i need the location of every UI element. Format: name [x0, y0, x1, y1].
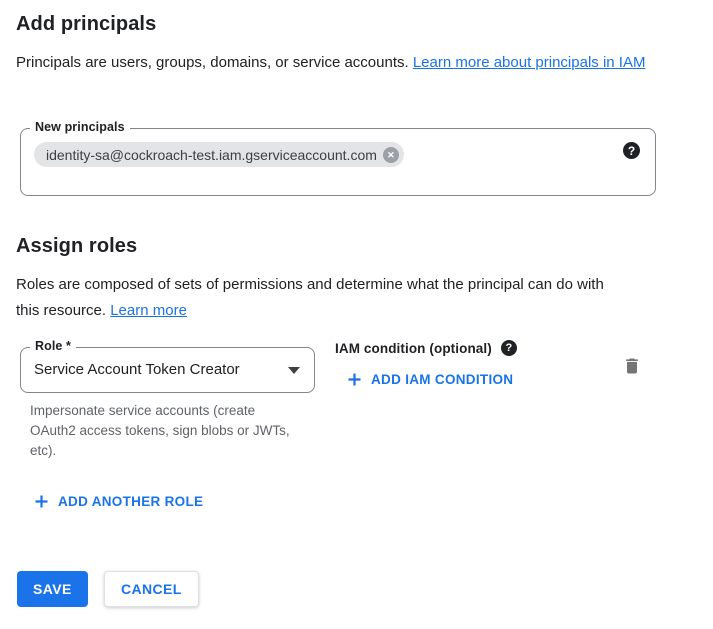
principal-chip-value: identity-sa@cockroach-test.iam.gservicea…: [46, 147, 377, 163]
plus-icon: [347, 372, 362, 387]
role-selected-value: Service Account Token Creator: [34, 348, 240, 392]
delete-role-button[interactable]: [619, 354, 645, 380]
iam-condition-help-icon[interactable]: ?: [501, 340, 517, 356]
learn-more-roles-link[interactable]: Learn more: [110, 302, 187, 319]
role-helper-text: Impersonate service accounts (create OAu…: [30, 401, 290, 461]
new-principals-field[interactable]: New principals identity-sa@cockroach-tes…: [20, 128, 656, 196]
add-principals-panel: Add principals Principals are users, gro…: [0, 0, 713, 629]
plus-icon: [34, 494, 49, 509]
iam-condition-label: IAM condition (optional): [335, 341, 492, 356]
assign-roles-description: Roles are composed of sets of permission…: [16, 272, 616, 324]
remove-principal-icon[interactable]: ✕: [383, 147, 399, 163]
principals-description-text: Principals are users, groups, domains, o…: [16, 54, 413, 71]
iam-condition-header: IAM condition (optional) ?: [335, 340, 517, 356]
add-iam-condition-label: ADD IAM CONDITION: [371, 372, 513, 387]
new-principals-label: New principals: [30, 120, 130, 134]
page-title: Add principals: [16, 13, 156, 36]
trash-icon: [622, 356, 642, 379]
save-button[interactable]: SAVE: [17, 571, 88, 607]
assign-roles-description-text: Roles are composed of sets of permission…: [16, 276, 604, 319]
add-another-role-button[interactable]: ADD ANOTHER ROLE: [34, 494, 203, 509]
principals-description: Principals are users, groups, domains, o…: [16, 50, 656, 76]
learn-more-principals-link[interactable]: Learn more about principals in IAM: [413, 54, 646, 71]
add-iam-condition-button[interactable]: ADD IAM CONDITION: [347, 372, 513, 387]
principal-chip: identity-sa@cockroach-test.iam.gservicea…: [34, 142, 404, 167]
role-select[interactable]: Role * Service Account Token Creator: [20, 347, 315, 393]
add-another-role-label: ADD ANOTHER ROLE: [58, 494, 203, 509]
cancel-button[interactable]: CANCEL: [104, 571, 199, 607]
new-principals-help-icon[interactable]: ?: [623, 142, 640, 159]
assign-roles-title: Assign roles: [16, 235, 137, 258]
dropdown-arrow-icon: [288, 367, 300, 374]
